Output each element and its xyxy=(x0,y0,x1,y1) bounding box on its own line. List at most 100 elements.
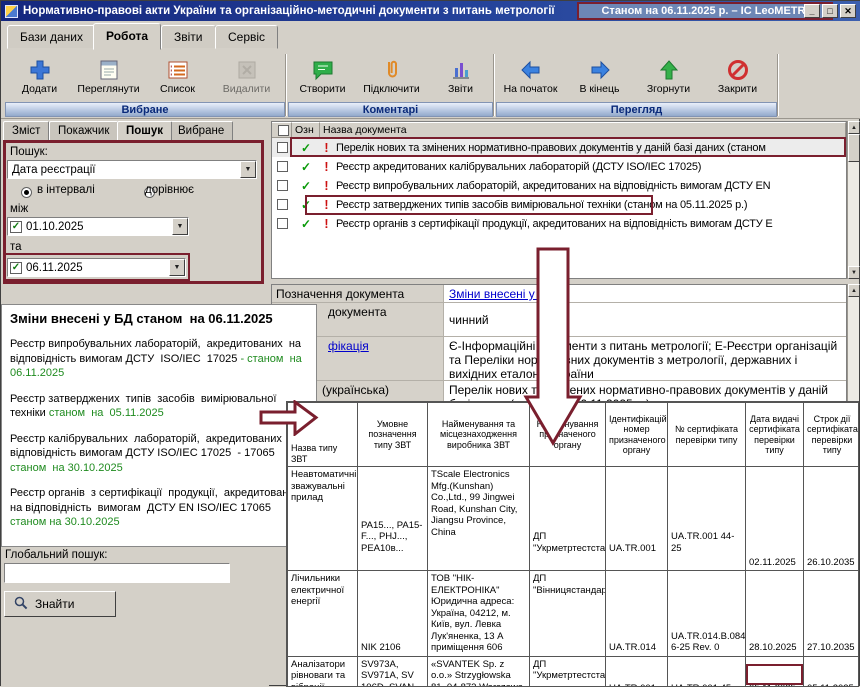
document-row[interactable]: ✓ ! Перелік нових та змінених нормативно… xyxy=(272,138,846,157)
table-header-row: Назва типу ЗВТ Умовне позначення типу ЗВ… xyxy=(288,403,860,467)
close-view-label: Закрити xyxy=(718,83,757,95)
global-search-label: Глобальний пошук: xyxy=(5,549,107,561)
detail-label: Позначення документа xyxy=(272,285,444,302)
collapse-button[interactable]: Згорнути xyxy=(634,53,703,101)
col-designated-body[interactable]: Найменування призначеного органу xyxy=(530,403,606,467)
document-title: Реєстр органів з сертифікації продукції,… xyxy=(333,218,846,230)
comment-reports-label: Звіти xyxy=(448,83,473,95)
radio-interval-label: в інтервалі xyxy=(37,184,95,196)
tab-zmist[interactable]: Зміст xyxy=(3,121,49,141)
scroll-down-icon[interactable]: ▼ xyxy=(848,266,860,279)
go-start-button[interactable]: На початок xyxy=(496,53,565,101)
row-checkbox[interactable] xyxy=(277,180,288,191)
close-button[interactable]: ✕ xyxy=(840,4,856,18)
date-to-combo[interactable]: ✓ 06.11.2025 ▼ xyxy=(7,258,186,277)
search-criteria-combo[interactable]: Дата реєстрації ▼ xyxy=(7,160,257,179)
delete-icon xyxy=(235,56,259,83)
arrow-left-icon xyxy=(519,56,543,83)
delete-button-label: Видалити xyxy=(223,83,271,95)
alert-icon: ! xyxy=(320,217,333,231)
tab-pokazhchyk[interactable]: Покажчик xyxy=(49,121,118,141)
select-all-checkbox[interactable] xyxy=(278,125,289,136)
radio-equals-label: дорівнює xyxy=(145,184,194,196)
document-row[interactable]: ✓ ! Реєстр органів з сертифікації продук… xyxy=(272,214,846,233)
col-type-name[interactable]: Назва типу ЗВТ xyxy=(288,403,358,467)
date-to-value: 06.11.2025 xyxy=(22,262,169,274)
document-list-scrollbar[interactable]: ▲ ▼ xyxy=(847,121,859,279)
toolbar: Додати Переглянути Список Видалити Ст xyxy=(1,51,860,119)
tab-poshuk[interactable]: Пошук xyxy=(117,121,172,141)
date-to-checkbox[interactable]: ✓ xyxy=(10,262,22,274)
menu-tabbar: Бази даних Робота Звіти Сервіс xyxy=(1,21,860,51)
table-row[interactable]: Лічильники електричної енергії NIK 2106 … xyxy=(288,571,860,657)
date-from-combo[interactable]: ✓ 01.10.2025 ▼ xyxy=(7,217,189,236)
tab-vybrane[interactable]: Вибране xyxy=(169,121,233,141)
document-title: Перелік нових та змінених нормативно-пра… xyxy=(333,142,846,154)
toolbar-group-favorites: Додати Переглянути Список Видалити xyxy=(5,53,281,101)
popup-item: Реєстр випробувальних лабораторій, акред… xyxy=(10,337,308,381)
col-issue-date[interactable]: Дата видачі сертифіката перевірки типу xyxy=(746,403,804,467)
table-row[interactable]: Неавтоматичні зважувальні прилад PA15...… xyxy=(288,467,860,571)
date-from-checkbox[interactable]: ✓ xyxy=(10,221,22,233)
detail-value: чинний xyxy=(444,303,846,336)
toolbar-group-view: На початок В кінець Згорнути Закрити xyxy=(496,53,772,101)
maximize-button[interactable]: □ xyxy=(822,4,838,18)
column-mark[interactable]: Озн xyxy=(292,122,320,137)
classification-link[interactable]: фікація xyxy=(328,339,369,353)
scroll-up-icon[interactable]: ▲ xyxy=(848,284,860,297)
details-scrollbar[interactable]: ▲ xyxy=(847,284,859,406)
find-button[interactable]: Знайти xyxy=(4,591,116,617)
document-row[interactable]: ✓ ! Реєстр випробувальних лабораторій, а… xyxy=(272,176,846,195)
col-validity[interactable]: Строк дії сертифіката перевірки типу xyxy=(804,403,860,467)
group-label-view: Перегляд xyxy=(496,102,777,117)
row-checkbox[interactable] xyxy=(277,161,288,172)
changes-link[interactable]: Зміни внесені у БД xyxy=(449,287,554,301)
col-manufacturer[interactable]: Найменування та місцезнаходження виробни… xyxy=(428,403,530,467)
checkmark-icon: ✓ xyxy=(292,141,320,155)
comment-reports-button[interactable]: Звіти xyxy=(426,53,495,101)
date-from-value: 01.10.2025 xyxy=(22,221,172,233)
tab-robota[interactable]: Робота xyxy=(93,23,161,50)
alert-icon: ! xyxy=(320,160,333,174)
col-id-number[interactable]: Ідентифікаційний номер призначеного орга… xyxy=(606,403,668,467)
chevron-down-icon[interactable]: ▼ xyxy=(169,259,185,276)
chevron-down-icon[interactable]: ▼ xyxy=(172,218,188,235)
toolbar-group-comments: Створити Підключити Звіти xyxy=(288,53,495,101)
scrollbar-thumb[interactable] xyxy=(848,134,860,162)
column-title[interactable]: Назва документа xyxy=(320,122,846,137)
document-row[interactable]: ✓ ! Реєстр затверджених типів засобів ви… xyxy=(272,195,846,214)
search-label: Пошук: xyxy=(10,146,48,158)
create-comment-button[interactable]: Створити xyxy=(288,53,357,101)
close-view-button[interactable]: Закрити xyxy=(703,53,772,101)
list-button[interactable]: Список xyxy=(143,53,212,101)
radio-interval[interactable] xyxy=(21,187,32,198)
forbidden-icon xyxy=(726,56,750,83)
row-checkbox[interactable] xyxy=(277,142,288,153)
window-controls: _ □ ✕ xyxy=(804,4,856,18)
tab-bazy-danykh[interactable]: Бази даних xyxy=(7,25,96,49)
attach-comment-button[interactable]: Підключити xyxy=(357,53,426,101)
row-checkbox[interactable] xyxy=(277,199,288,210)
tab-zvity[interactable]: Звіти xyxy=(161,25,216,49)
document-title: Реєстр випробувальних лабораторій, акред… xyxy=(333,180,846,192)
col-designation[interactable]: Умовне позначення типу ЗВТ xyxy=(358,403,428,467)
go-end-button[interactable]: В кінець xyxy=(565,53,634,101)
list-button-label: Список xyxy=(160,83,195,95)
document-list-header: Озн Назва документа xyxy=(272,122,846,138)
alert-icon: ! xyxy=(320,198,333,212)
create-comment-label: Створити xyxy=(299,83,345,95)
delete-button[interactable]: Видалити xyxy=(212,53,281,101)
go-start-label: На початок xyxy=(504,83,558,95)
scroll-up-icon[interactable]: ▲ xyxy=(848,121,860,134)
add-button[interactable]: Додати xyxy=(5,53,74,101)
tab-servis[interactable]: Сервіс xyxy=(215,25,278,49)
global-search-input[interactable] xyxy=(4,563,230,583)
document-row[interactable]: ✓ ! Реєстр акредитованих калібрувальних … xyxy=(272,157,846,176)
row-checkbox[interactable] xyxy=(277,218,288,229)
table-row[interactable]: Аналізатори рівноваги та вібрації SV973A… xyxy=(288,656,860,687)
minimize-button[interactable]: _ xyxy=(804,4,820,18)
view-button[interactable]: Переглянути xyxy=(74,53,143,101)
col-certificate-number[interactable]: № сертифіката перевірки типу xyxy=(668,403,746,467)
chevron-down-icon[interactable]: ▼ xyxy=(240,161,256,178)
popup-item: Реєстр калібрувальних лабораторій, акред… xyxy=(10,432,308,476)
